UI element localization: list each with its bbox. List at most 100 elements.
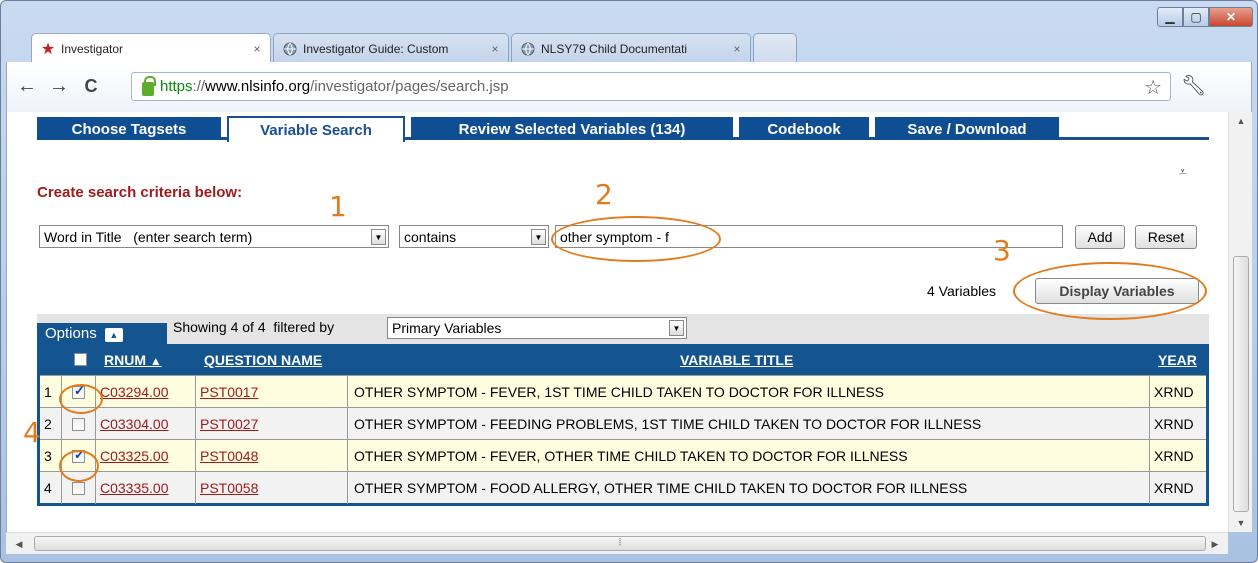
tab-choose-tagsets[interactable]: Choose Tagsets — [37, 117, 221, 140]
rnum-link[interactable]: C03335.00 — [100, 480, 169, 496]
scroll-left-icon[interactable]: ◀ — [10, 535, 28, 553]
row-checkbox[interactable] — [72, 417, 85, 431]
question-link[interactable]: PST0058 — [200, 480, 258, 496]
variable-title: OTHER SYMPTOM - FEVER, OTHER TIME CHILD … — [348, 440, 1150, 472]
url-host: www.nlsinfo.org — [205, 78, 311, 95]
annotation-2: 2 — [595, 178, 613, 211]
minimize-button[interactable]: ▁ — [1157, 7, 1183, 27]
header-year[interactable]: YEAR — [1158, 352, 1197, 368]
row-number: 4 — [40, 472, 62, 504]
url-path: /investigator/pages/search.jsp — [310, 78, 509, 95]
header-rnum[interactable]: RNUM ▲ — [104, 352, 162, 368]
rnum-link[interactable]: C03325.00 — [100, 448, 169, 464]
site-nav: Choose Tagsets Variable Search Review Se… — [37, 112, 1209, 142]
header-variable-title[interactable]: VARIABLE TITLE — [680, 352, 793, 368]
header-rnum-label: RNUM — [104, 352, 146, 368]
reload-icon[interactable]: C — [79, 74, 103, 98]
annotation-4: 4 — [23, 416, 41, 449]
tab-title: Investigator Guide: Custom — [303, 41, 449, 56]
filter-select[interactable]: Primary Variables ▼ — [387, 317, 687, 339]
annotation-circle-search-term — [551, 216, 721, 262]
question-cell: PST0058 — [196, 472, 348, 504]
options-label: Options — [45, 325, 97, 342]
horizontal-scrollbar[interactable]: ◀ ⦙ ▶ — [6, 532, 1228, 554]
tab-title: NLSY79 Child Documentati — [541, 41, 688, 56]
annotation-3: 3 — [993, 234, 1011, 267]
rnum-link[interactable]: C03304.00 — [100, 416, 169, 432]
question-cell: PST0017 — [196, 376, 348, 408]
rnum-cell: C03304.00 — [96, 408, 196, 440]
lock-icon — [142, 75, 156, 96]
question-link[interactable]: PST0048 — [200, 448, 258, 464]
variable-count: 4 Variables — [927, 283, 997, 299]
operator-select[interactable]: contains ▼ — [399, 225, 549, 248]
back-arrow-icon[interactable]: ← — [15, 74, 39, 98]
chevron-down-icon: ▼ — [371, 229, 386, 245]
close-tab-icon[interactable]: × — [488, 42, 502, 56]
chevron-down-icon: ▼ — [531, 229, 546, 245]
tab-variable-search[interactable]: Variable Search — [227, 116, 405, 142]
row-number: 1 — [40, 376, 62, 408]
annotation-circle-row1 — [59, 384, 103, 414]
table-body: 1 C03294.00 PST0017 OTHER SYMPTOM - FEVER, … — [40, 375, 1206, 504]
scroll-right-icon[interactable]: ▶ — [1206, 535, 1224, 553]
close-tab-icon[interactable]: × — [730, 42, 744, 56]
globe-icon — [520, 41, 536, 57]
tab-codebook[interactable]: Codebook — [739, 117, 869, 140]
year-cell: XRND — [1154, 448, 1194, 464]
add-button[interactable]: Add — [1075, 225, 1125, 249]
rnum-cell: C03294.00 — [96, 376, 196, 408]
browser-toolbar: ← → C https://www.nlsinfo.org/investigat… — [6, 62, 1252, 112]
rnum-cell: C03335.00 — [96, 472, 196, 504]
question-link[interactable]: PST0027 — [200, 416, 258, 432]
question-link[interactable]: PST0017 — [200, 384, 258, 400]
vertical-scroll-thumb[interactable] — [1233, 256, 1249, 512]
tab-title: Investigator — [61, 42, 124, 56]
annotation-circle-row3 — [59, 450, 99, 482]
collapse-icon[interactable]: ⩡ — [1179, 164, 1186, 180]
variable-title: OTHER SYMPTOM - FEEDING PROBLEMS, 1ST TI… — [348, 408, 1150, 440]
new-tab-button[interactable] — [753, 33, 797, 63]
url-scheme: https — [160, 78, 193, 95]
question-cell: PST0027 — [196, 408, 348, 440]
vertical-scrollbar[interactable]: ▲ ▼ — [1228, 112, 1252, 532]
browser-tab-nlsy79[interactable]: NLSY79 Child Documentati × — [511, 33, 751, 63]
table-header: RNUM ▲ QUESTION NAME VARIABLE TITLE YEAR — [40, 344, 1206, 375]
filter-select-value: Primary Variables — [392, 320, 502, 336]
sort-asc-icon: ▲ — [149, 354, 162, 368]
globe-icon — [282, 41, 298, 57]
year-cell: XRND — [1154, 480, 1194, 496]
scroll-up-icon[interactable]: ▲ — [1232, 112, 1250, 130]
row-checkbox[interactable] — [72, 481, 85, 495]
browser-tab-guide[interactable]: Investigator Guide: Custom × — [273, 33, 509, 63]
annotation-1: 1 — [329, 190, 347, 223]
browser-tab-investigator[interactable]: ★ Investigator × — [31, 33, 271, 64]
field-select[interactable]: Word in Title (enter search term) ▼ — [39, 225, 389, 248]
forward-arrow-icon[interactable]: → — [47, 74, 71, 98]
tab-save-download[interactable]: Save / Download — [875, 117, 1059, 140]
rnum-cell: C03325.00 — [96, 440, 196, 472]
bookmark-star-icon[interactable]: ☆ — [1144, 75, 1162, 100]
results-table: RNUM ▲ QUESTION NAME VARIABLE TITLE YEAR… — [37, 344, 1209, 506]
options-toggle[interactable]: Options ▲ — [37, 323, 167, 344]
scroll-down-icon[interactable]: ▼ — [1232, 514, 1250, 532]
horizontal-scroll-thumb[interactable]: ⦙ — [34, 536, 1206, 551]
rnum-link[interactable]: C03294.00 — [100, 384, 169, 400]
table-row: 3C03325.00PST0048OTHER SYMPTOM - FEVER, … — [40, 439, 1206, 472]
header-question-name[interactable]: QUESTION NAME — [204, 352, 322, 368]
question-cell: PST0048 — [196, 440, 348, 472]
close-window-button[interactable]: ✕ — [1209, 7, 1253, 27]
reset-button[interactable]: Reset — [1135, 225, 1197, 249]
variable-title: OTHER SYMPTOM - FOOD ALLERGY, OTHER TIME… — [348, 472, 1150, 504]
select-all-checkbox[interactable] — [74, 353, 87, 366]
chevron-up-icon: ▲ — [104, 328, 123, 342]
table-row: 4 C03335.00 PST0058 OTHER SYMPTOM - FOOD AL… — [40, 471, 1206, 504]
address-bar[interactable]: https://www.nlsinfo.org/investigator/pag… — [131, 72, 1171, 101]
tab-review-selected[interactable]: Review Selected Variables (134) — [411, 117, 733, 140]
wrench-icon[interactable]: 🔧︎ — [1181, 74, 1206, 98]
url-sep: :// — [192, 78, 206, 95]
row-number: 2 — [40, 408, 62, 440]
close-tab-icon[interactable]: × — [250, 42, 264, 56]
maximize-button[interactable]: ▢ — [1183, 7, 1209, 27]
